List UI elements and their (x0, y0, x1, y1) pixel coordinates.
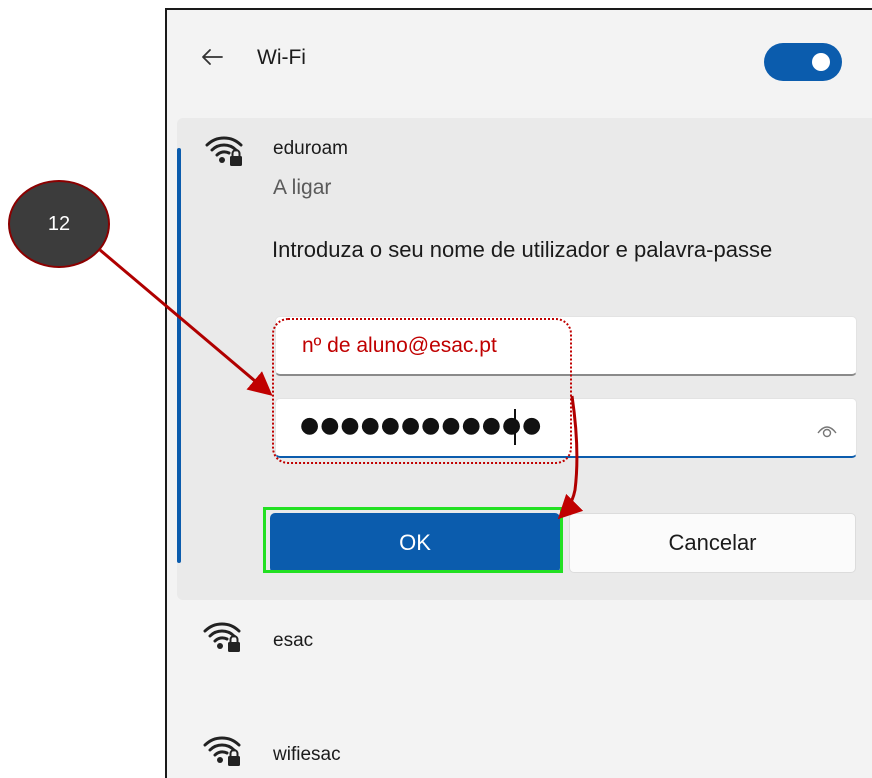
wifi-toggle[interactable] (764, 43, 842, 81)
ok-button-highlight (263, 507, 563, 573)
credentials-prompt: Introduza o seu nome de utilizador e pal… (272, 237, 773, 262)
connection-status: A ligar (273, 176, 332, 199)
network-name: eduroam (273, 138, 348, 159)
back-arrow-icon (202, 49, 223, 65)
wifi-locked-icon (205, 136, 243, 166)
step-number-badge: 12 (8, 180, 110, 268)
network-name: wifiesac (273, 744, 341, 765)
network-name: esac (273, 630, 314, 651)
page-title: Wi-Fi (257, 46, 306, 69)
network-item-esac[interactable]: esac (167, 608, 872, 688)
wifi-header: Wi-Fi (167, 10, 872, 110)
annotation-username-hint: nº de aluno@esac.pt (302, 334, 497, 357)
wifi-locked-icon (203, 736, 241, 766)
network-item-wifiesac[interactable]: wifiesac (167, 722, 872, 778)
cancel-button[interactable]: Cancelar (569, 513, 856, 573)
selection-indicator (177, 148, 181, 563)
eye-icon[interactable] (816, 419, 838, 441)
toggle-knob (812, 53, 830, 71)
back-button[interactable] (197, 42, 227, 72)
wifi-locked-icon (203, 622, 241, 652)
